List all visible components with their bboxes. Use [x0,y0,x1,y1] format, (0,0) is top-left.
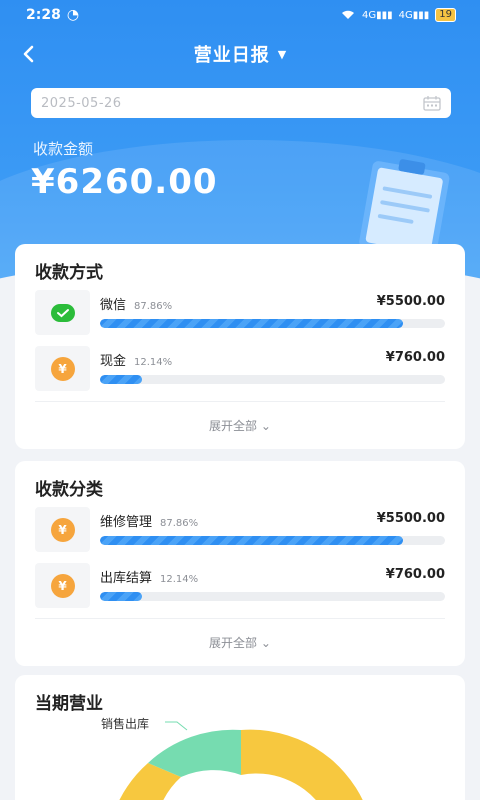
payment-category-percent: 12.14% [160,574,199,585]
donut-segment-yellow [241,729,363,800]
chevron-left-icon [23,45,34,63]
payment-method-percent: 87.86% [134,301,173,312]
payment-category-percent: 87.86% [160,518,199,529]
payment-category-row[interactable]: ¥ 维修管理 87.86% ¥5500.00 [35,507,445,553]
chevron-down-icon: ⌄ [260,419,271,433]
coin-icon: ¥ [50,573,75,598]
caret-down-icon[interactable]: ▼ [278,48,286,61]
battery-icon: 19 [435,8,456,22]
chart-label-leader-line [165,721,188,731]
progress-fill [100,592,142,601]
progress-track [100,536,445,545]
divider [35,401,445,402]
signal-icon-1: 4G▮▮▮ [361,9,393,21]
total-amount-label: 收款金额 [33,140,94,158]
payment-category-amount: ¥760.00 [385,567,445,582]
expand-all-button[interactable]: 展开全部 ⌄ [15,417,465,434]
expand-all-label: 展开全部 [209,419,258,433]
status-time: 2:28 [26,7,61,23]
payment-methods-card: 收款方式 微信 87.86% ¥5500.00 ¥ 现金 12.14% ¥760.0… [15,244,465,449]
nav-bar: 营业日报 ▼ [0,34,480,74]
progress-track [100,319,445,328]
chart-segment-label: 销售出库 [101,717,150,731]
payment-category-name: 维修管理 [100,515,153,530]
payment-method-percent: 12.14% [134,357,173,368]
page-title[interactable]: 营业日报 [194,41,270,67]
payment-method-name: 现金 [100,354,127,369]
chevron-down-icon: ⌄ [260,636,271,650]
back-button[interactable] [14,40,42,68]
signal-icon-2: 4G▮▮▮ [398,9,430,21]
expand-all-button[interactable]: 展开全部 ⌄ [15,634,465,651]
calendar-icon[interactable] [423,95,441,111]
coin-icon: ¥ [50,356,75,381]
expand-all-label: 展开全部 [209,636,258,650]
data-saver-icon: ◔ [66,7,80,23]
payment-category-name: 出库结算 [100,571,153,586]
progress-fill [100,375,142,384]
payment-method-name: 微信 [100,298,127,313]
status-bar: 2:28 ◔ 4G▮▮▮ 4G▮▮▮ 19 [0,0,480,30]
payment-method-amount: ¥5500.00 [376,294,445,309]
wechat-icon [50,303,75,322]
payment-categories-title: 收款分类 [35,480,103,500]
clipboard-illustration [359,159,450,253]
payment-method-row[interactable]: ¥ 现金 12.14% ¥760.00 [35,346,445,392]
date-value: 2025-05-26 [41,95,122,111]
payment-categories-card: 收款分类 ¥ 维修管理 87.86% ¥5500.00 ¥ 出库结算 12.14% … [15,461,465,666]
payment-category-row[interactable]: ¥ 出库结算 12.14% ¥760.00 [35,563,445,609]
wifi-icon [340,8,356,23]
total-amount-value: ¥6260.00 [31,162,218,202]
payment-methods-title: 收款方式 [35,263,103,283]
current-period-card: 当期营业 销售出库 [15,675,465,800]
payment-category-amount: ¥5500.00 [376,511,445,526]
business-donut-chart [119,721,363,800]
progress-fill [100,536,404,545]
divider [35,618,445,619]
payment-method-row[interactable]: 微信 87.86% ¥5500.00 [35,290,445,336]
coin-icon: ¥ [50,517,75,542]
progress-track [100,375,445,384]
progress-fill [100,319,404,328]
payment-method-amount: ¥760.00 [385,350,445,365]
date-picker-field[interactable]: 2025-05-26 [31,88,451,118]
progress-track [100,592,445,601]
